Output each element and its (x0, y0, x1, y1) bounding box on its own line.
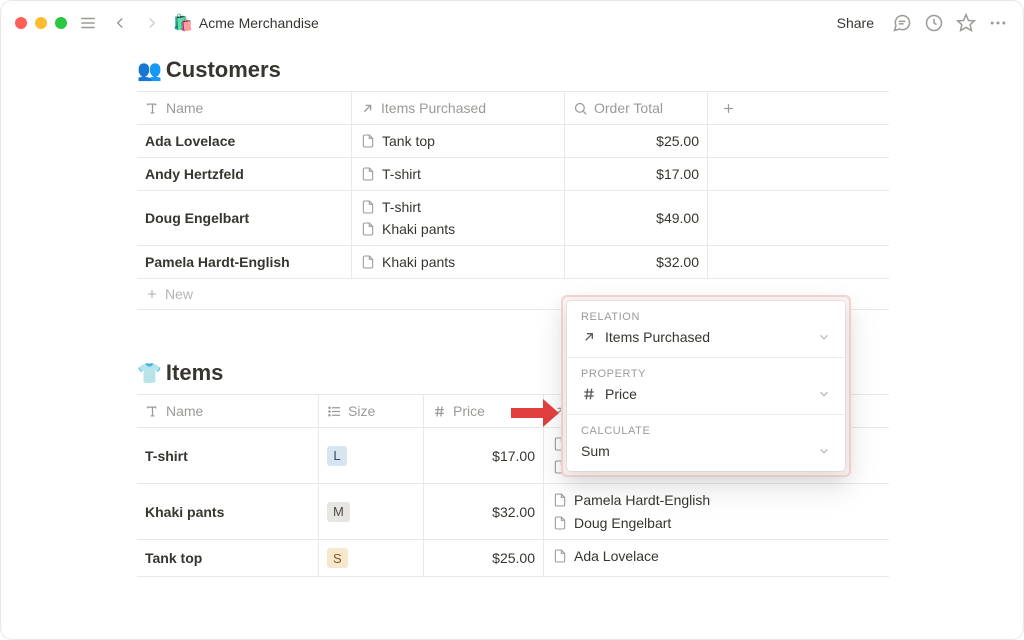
table-row[interactable]: Tank top S $25.00 Ada Lovelace (137, 540, 889, 577)
minimize-window-button[interactable] (35, 17, 47, 29)
item-chip[interactable]: Khaki pants (360, 221, 455, 237)
item-chip[interactable]: Tank top (360, 133, 435, 149)
page-content: 👥 Customers Name Items Purchased Order T… (1, 45, 1023, 577)
table-row[interactable]: Andy Hertzfeld T-shirt $17.00 (137, 158, 889, 191)
relation-value: Items Purchased (605, 329, 710, 345)
cell-items[interactable]: Khaki pants (352, 246, 565, 278)
comments-icon[interactable] (891, 12, 913, 34)
property-label: PROPERTY (581, 368, 831, 380)
cell-order-total[interactable]: $17.00 (565, 158, 708, 190)
cell-name[interactable]: Ada Lovelace (137, 125, 352, 157)
col-header-size[interactable]: Size (319, 395, 424, 427)
relation-selector[interactable]: Items Purchased (581, 329, 831, 345)
item-chip[interactable]: Khaki pants (360, 254, 455, 270)
property-selector[interactable]: Price (581, 386, 831, 402)
col-header-order-text: Order Total (594, 100, 663, 116)
purchaser-chip[interactable]: Ada Lovelace (552, 548, 659, 564)
cell-name[interactable]: Doug Engelbart (137, 191, 352, 245)
close-window-button[interactable] (15, 17, 27, 29)
calculate-value: Sum (581, 443, 610, 459)
hamburger-menu-button[interactable] (77, 12, 99, 34)
nav-back-button[interactable] (109, 12, 131, 34)
cell-purchasers[interactable]: Ada Lovelace (544, 540, 800, 576)
cell-price[interactable]: $25.00 (424, 540, 544, 576)
cell-purchasers[interactable]: Pamela Hardt-English Doug Engelbart (544, 484, 800, 539)
maximize-window-button[interactable] (55, 17, 67, 29)
page-title[interactable]: 🛍️ Acme Merchandise (173, 13, 319, 33)
chevron-down-icon (817, 330, 831, 344)
cell-items[interactable]: T-shirt (352, 158, 565, 190)
add-column-button[interactable] (708, 92, 748, 124)
cell-price[interactable]: $32.00 (424, 484, 544, 539)
page-title-text: Acme Merchandise (199, 15, 319, 31)
cell-items[interactable]: T-shirt Khaki pants (352, 191, 565, 245)
more-icon[interactable] (987, 12, 1009, 34)
chevron-down-icon (817, 387, 831, 401)
cell-order-total[interactable]: $25.00 (565, 125, 708, 157)
cell-name[interactable]: T-shirt (137, 428, 319, 483)
purchaser-chip[interactable]: Pamela Hardt-English (552, 492, 710, 508)
cell-size[interactable]: L (319, 428, 424, 483)
window-controls (15, 17, 67, 29)
relation-label: RELATION (581, 311, 831, 323)
cell-name[interactable]: Andy Hertzfeld (137, 158, 352, 190)
page-icon: 🛍️ (173, 13, 193, 33)
titlebar: 🛍️ Acme Merchandise Share (1, 1, 1023, 45)
cell-name[interactable]: Tank top (137, 540, 319, 576)
nav-forward-button[interactable] (141, 12, 163, 34)
cell-order-total[interactable]: $49.00 (565, 191, 708, 245)
property-value: Price (605, 386, 637, 402)
callout-arrow-icon (509, 395, 561, 431)
calculate-label: CALCULATE (581, 425, 831, 437)
cell-name[interactable]: Khaki pants (137, 484, 319, 539)
updates-icon[interactable] (923, 12, 945, 34)
col-header-items-text: Items Purchased (381, 100, 486, 116)
customers-title-text: Customers (166, 57, 281, 83)
cell-name[interactable]: Pamela Hardt-English (137, 246, 352, 278)
items-icon: 👕 (137, 361, 162, 386)
cell-order-total[interactable]: $32.00 (565, 246, 708, 278)
col-header-order[interactable]: Order Total (565, 92, 708, 124)
col-header-items[interactable]: Items Purchased (352, 92, 565, 124)
table-row[interactable]: Khaki pants M $32.00 Pamela Hardt-Englis… (137, 484, 889, 540)
cell-size[interactable]: S (319, 540, 424, 576)
chevron-down-icon (817, 444, 831, 458)
customers-icon: 👥 (137, 58, 162, 83)
cell-items[interactable]: Tank top (352, 125, 565, 157)
purchaser-chip[interactable]: Doug Engelbart (552, 515, 671, 531)
cell-size[interactable]: M (319, 484, 424, 539)
items-title-text: Items (166, 360, 223, 386)
customers-header-row: Name Items Purchased Order Total (137, 92, 889, 125)
toolbar-right (891, 12, 1009, 34)
calculate-selector[interactable]: Sum (581, 443, 831, 459)
customers-heading[interactable]: 👥 Customers (137, 57, 887, 83)
share-button[interactable]: Share (830, 11, 881, 35)
table-row[interactable]: Ada Lovelace Tank top $25.00 (137, 125, 889, 158)
col-header-name[interactable]: Name (137, 92, 352, 124)
col-header-name[interactable]: Name (137, 395, 319, 427)
cell-price[interactable]: $17.00 (424, 428, 544, 483)
table-row[interactable]: Pamela Hardt-English Khaki pants $32.00 (137, 246, 889, 279)
item-chip[interactable]: T-shirt (360, 199, 421, 215)
favorite-icon[interactable] (955, 12, 977, 34)
col-header-name-text: Name (166, 100, 203, 116)
item-chip[interactable]: T-shirt (360, 166, 421, 182)
customers-table: Name Items Purchased Order Total Ada Lov… (137, 91, 889, 310)
new-row-label: New (165, 286, 193, 302)
table-row[interactable]: Doug Engelbart T-shirt Khaki pants $49.0… (137, 191, 889, 246)
rollup-config-popover: RELATION Items Purchased PROPERTY Price … (561, 295, 851, 477)
